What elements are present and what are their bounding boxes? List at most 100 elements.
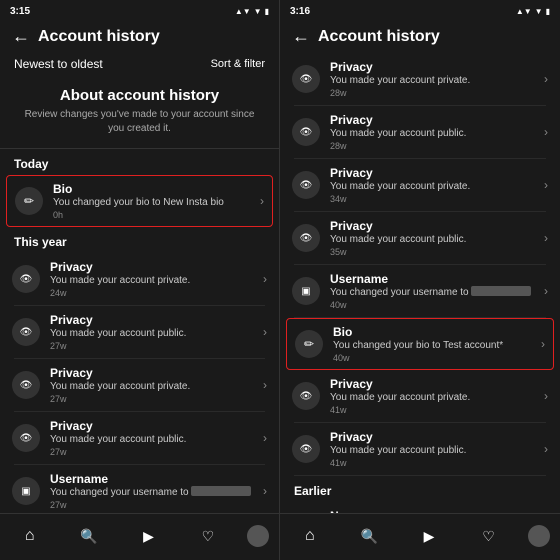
username-icon-left: ▣ bbox=[12, 477, 40, 505]
sort-filter-button[interactable]: Sort & filter bbox=[211, 58, 265, 70]
privacy-content-r2: Privacy You made your account public. 28… bbox=[330, 113, 534, 151]
privacy-title-2: Privacy bbox=[50, 313, 253, 327]
nav-heart-right[interactable]: ♡ bbox=[469, 522, 509, 550]
header-right: ← Account history bbox=[280, 20, 560, 53]
signal-icon-left: ▲▼ bbox=[235, 7, 251, 16]
privacy-desc-r5: You made your account private. bbox=[330, 391, 534, 404]
history-item-username-left[interactable]: ▣ Username You changed your username to … bbox=[0, 465, 279, 513]
nav-search-right[interactable]: 🔍 bbox=[349, 522, 389, 550]
name-title: Name bbox=[330, 509, 534, 513]
privacy-time-3: 27w bbox=[50, 394, 253, 404]
username-time-right: 40w bbox=[330, 300, 534, 310]
privacy-desc-r6: You made your account public. bbox=[330, 444, 534, 457]
privacy-time-4: 27w bbox=[50, 447, 253, 457]
privacy-content-r6: Privacy You made your account public. 41… bbox=[330, 430, 534, 468]
privacy-content-4: Privacy You made your account public. 27… bbox=[50, 419, 253, 457]
history-item-privacy-1[interactable]: 👁 Privacy You made your account private.… bbox=[0, 253, 279, 305]
privacy-icon-4: 👁 bbox=[12, 424, 40, 452]
section-thisyear-label: This year bbox=[0, 227, 279, 253]
privacy-title-1: Privacy bbox=[50, 260, 253, 274]
nav-search-left[interactable]: 🔍 bbox=[69, 522, 109, 550]
history-item-name[interactable]: ☺ Name You removed your name from your p… bbox=[280, 502, 560, 513]
privacy-icon-1: 👁 bbox=[12, 265, 40, 293]
privacy-content-r5: Privacy You made your account private. 4… bbox=[330, 377, 534, 415]
nav-reels-right[interactable]: ▶ bbox=[409, 522, 449, 550]
privacy-content-1: Privacy You made your account private. 2… bbox=[50, 260, 253, 298]
privacy-title-r2: Privacy bbox=[330, 113, 534, 127]
username-desc-right: You changed your username to bbox=[330, 286, 534, 299]
status-icons-left: ▲▼ ▼ ▮ bbox=[235, 7, 269, 16]
nav-home-right[interactable]: ⌂ bbox=[290, 522, 330, 550]
privacy-content-r4: Privacy You made your account public. 35… bbox=[330, 219, 534, 257]
privacy-icon-r2: 👁 bbox=[292, 118, 320, 146]
page-title-right: Account history bbox=[318, 28, 440, 46]
history-item-privacy-r4[interactable]: 👁 Privacy You made your account public. … bbox=[280, 212, 560, 264]
privacy-desc-3: You made your account private. bbox=[50, 380, 253, 393]
section-today-label: Today bbox=[0, 149, 279, 175]
privacy-title-r3: Privacy bbox=[330, 166, 534, 180]
history-item-bio-right[interactable]: ✏ Bio You changed your bio to Test accou… bbox=[286, 318, 554, 370]
username-title-right: Username bbox=[330, 272, 534, 286]
chevron-privacy-r3: › bbox=[544, 178, 548, 192]
back-button-left[interactable]: ← bbox=[12, 26, 30, 47]
username-desc-left: You changed your username to bbox=[50, 486, 253, 499]
username-time-left: 27w bbox=[50, 500, 253, 510]
privacy-title-r4: Privacy bbox=[330, 219, 534, 233]
chevron-privacy-r5: › bbox=[544, 389, 548, 403]
about-section: About account history Review changes you… bbox=[0, 77, 279, 149]
history-item-privacy-r5[interactable]: 👁 Privacy You made your account private.… bbox=[280, 370, 560, 422]
chevron-privacy-r2: › bbox=[544, 125, 548, 139]
about-title: About account history bbox=[20, 87, 259, 104]
privacy-icon-r4: 👁 bbox=[292, 224, 320, 252]
history-item-username-right[interactable]: ▣ Username You changed your username to … bbox=[280, 265, 560, 317]
signal-icon-right: ▲▼ bbox=[516, 7, 532, 16]
chevron-bio-right: › bbox=[541, 337, 545, 351]
bio-time-today: 0h bbox=[53, 210, 250, 220]
history-item-privacy-2[interactable]: 👁 Privacy You made your account public. … bbox=[0, 306, 279, 358]
chevron-privacy-4: › bbox=[263, 431, 267, 445]
nav-heart-left[interactable]: ♡ bbox=[188, 522, 228, 550]
history-item-privacy-r2[interactable]: 👁 Privacy You made your account public. … bbox=[280, 106, 560, 158]
history-item-privacy-4[interactable]: 👁 Privacy You made your account public. … bbox=[0, 412, 279, 464]
bio-desc-today: You changed your bio to New Insta bio bbox=[53, 196, 250, 209]
nav-profile-left[interactable] bbox=[247, 525, 269, 547]
privacy-desc-2: You made your account public. bbox=[50, 327, 253, 340]
privacy-title-r1: Privacy bbox=[330, 60, 534, 74]
history-item-privacy-3[interactable]: 👁 Privacy You made your account private.… bbox=[0, 359, 279, 411]
privacy-time-r2: 28w bbox=[330, 141, 534, 151]
status-bar-right: 3:16 ▲▼ ▼ ▮ bbox=[280, 0, 560, 20]
privacy-content-2: Privacy You made your account public. 27… bbox=[50, 313, 253, 351]
back-button-right[interactable]: ← bbox=[292, 26, 310, 47]
privacy-icon-r5: 👁 bbox=[292, 382, 320, 410]
nav-home-left[interactable]: ⌂ bbox=[10, 522, 50, 550]
status-time-right: 3:16 bbox=[290, 6, 310, 17]
privacy-title-r6: Privacy bbox=[330, 430, 534, 444]
history-item-privacy-r6[interactable]: 👁 Privacy You made your account public. … bbox=[280, 423, 560, 475]
username-icon-right: ▣ bbox=[292, 277, 320, 305]
history-item-privacy-r3[interactable]: 👁 Privacy You made your account private.… bbox=[280, 159, 560, 211]
history-list-right[interactable]: 👁 Privacy You made your account private.… bbox=[280, 53, 560, 513]
nav-profile-right[interactable] bbox=[528, 525, 550, 547]
section-earlier-label: Earlier bbox=[280, 476, 560, 502]
privacy-desc-r1: You made your account private. bbox=[330, 74, 534, 87]
chevron-privacy-r1: › bbox=[544, 72, 548, 86]
blurred-username-left bbox=[191, 486, 251, 496]
privacy-time-r6: 41w bbox=[330, 458, 534, 468]
wifi-icon-right: ▼ bbox=[535, 7, 543, 16]
history-list-left[interactable]: Today ✏ Bio You changed your bio to New … bbox=[0, 149, 279, 513]
nav-reels-left[interactable]: ▶ bbox=[128, 522, 168, 550]
privacy-content-3: Privacy You made your account private. 2… bbox=[50, 366, 253, 404]
bio-time-right: 40w bbox=[333, 353, 531, 363]
sort-row: Newest to oldest Sort & filter bbox=[0, 53, 279, 77]
bio-desc-right: You changed your bio to Test account* bbox=[333, 339, 531, 352]
battery-icon-right: ▮ bbox=[546, 7, 550, 16]
history-item-bio-today[interactable]: ✏ Bio You changed your bio to New Insta … bbox=[6, 175, 273, 227]
username-title-left: Username bbox=[50, 472, 253, 486]
privacy-content-r3: Privacy You made your account private. 3… bbox=[330, 166, 534, 204]
privacy-icon-r3: 👁 bbox=[292, 171, 320, 199]
username-content-right: Username You changed your username to 40… bbox=[330, 272, 534, 310]
blurred-username-right bbox=[471, 286, 531, 296]
privacy-time-1: 24w bbox=[50, 288, 253, 298]
privacy-icon-3: 👁 bbox=[12, 371, 40, 399]
history-item-privacy-r1[interactable]: 👁 Privacy You made your account private.… bbox=[280, 53, 560, 105]
